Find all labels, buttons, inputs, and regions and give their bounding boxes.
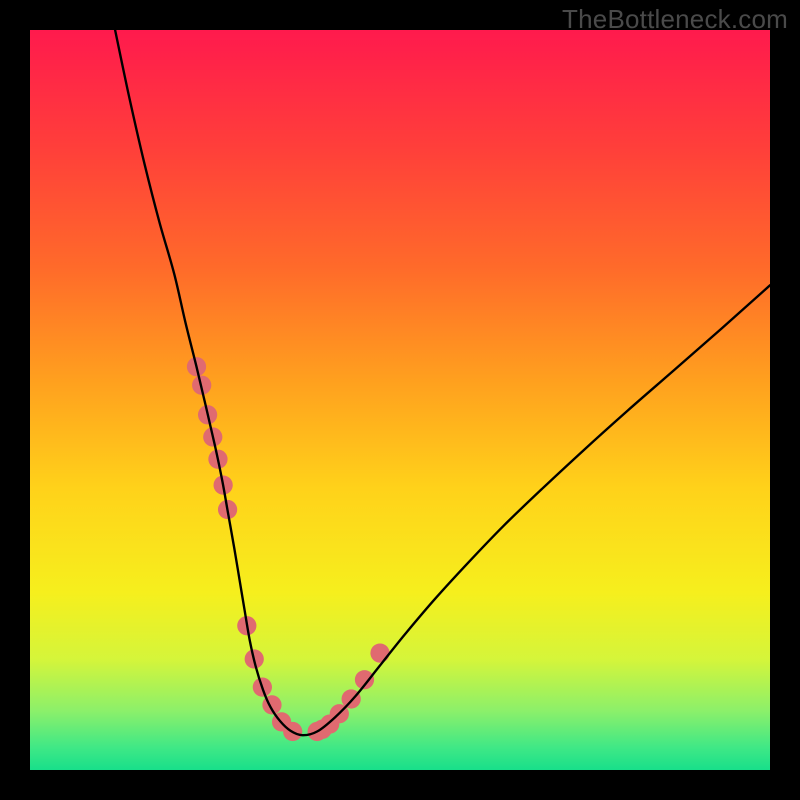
watermark-label: TheBottleneck.com [562, 4, 788, 35]
chart-frame: TheBottleneck.com [0, 0, 800, 800]
bottleneck-plot [30, 30, 770, 770]
gradient-background [30, 30, 770, 770]
data-marker [370, 643, 389, 662]
